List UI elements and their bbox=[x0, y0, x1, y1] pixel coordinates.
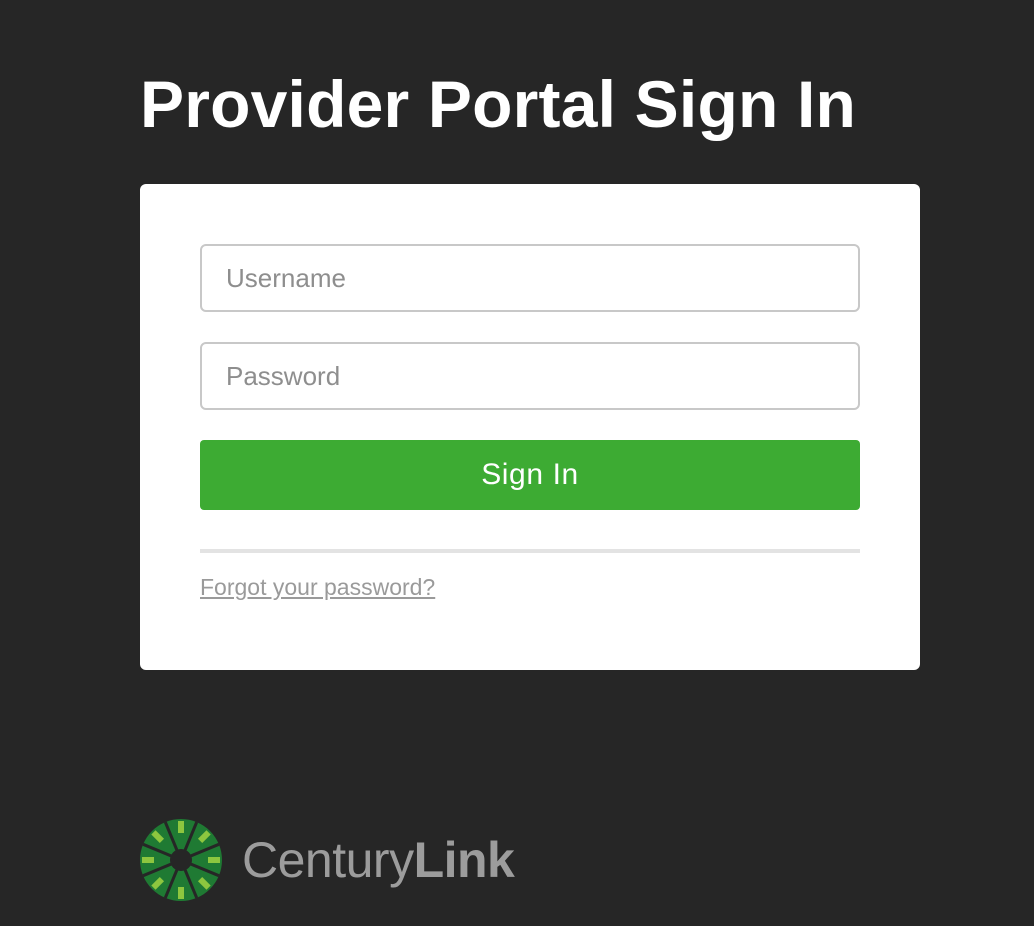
brand-name-regular: Century bbox=[242, 832, 414, 888]
forgot-password-link[interactable]: Forgot your password? bbox=[200, 574, 435, 601]
centurylink-logo-icon bbox=[140, 819, 222, 901]
brand-name: CenturyLink bbox=[242, 831, 515, 889]
brand-name-bold: Link bbox=[413, 832, 515, 888]
divider bbox=[200, 549, 860, 553]
brand-footer: CenturyLink bbox=[140, 819, 515, 901]
username-input[interactable] bbox=[200, 244, 860, 312]
password-input[interactable] bbox=[200, 342, 860, 410]
page-title: Provider Portal Sign In bbox=[140, 67, 857, 141]
sign-in-card: Sign In Forgot your password? bbox=[140, 184, 920, 670]
sign-in-button[interactable]: Sign In bbox=[200, 440, 860, 510]
